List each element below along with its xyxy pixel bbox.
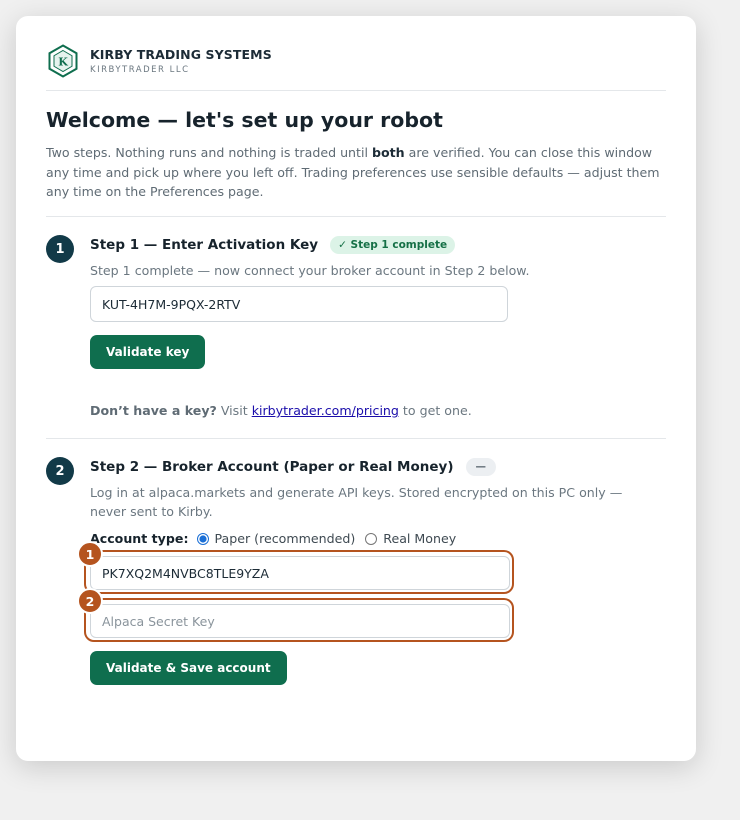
brand-text: KIRBY TRADING SYSTEMS KIRBYTRADER LLC (90, 47, 272, 75)
annotation-marker-1: 1 (77, 541, 103, 567)
no-key-text: to get one. (398, 403, 472, 418)
step1-status-badge: ✓ Step 1 complete (330, 236, 456, 254)
brand-header: K KIRBY TRADING SYSTEMS KIRBYTRADER LLC (46, 44, 272, 78)
step1-header: Step 1 — Enter Activation Key ✓ Step 1 c… (90, 236, 456, 254)
real-money-radio[interactable] (365, 532, 378, 545)
annotation-marker-2: 2 (77, 588, 103, 614)
real-money-option-label[interactable]: Real Money (383, 531, 456, 546)
kirby-logo-icon: K (48, 44, 78, 78)
brand-name: KIRBY TRADING SYSTEMS (90, 47, 272, 62)
account-type-label: Account type: (90, 531, 189, 546)
brand-subtitle: KIRBYTRADER LLC (90, 65, 190, 75)
intro-text: Two steps. Nothing runs and nothing is t… (46, 143, 671, 202)
step2-status-badge: — (465, 458, 496, 476)
paper-radio[interactable] (196, 532, 209, 545)
step2-header: Step 2 — Broker Account (Paper or Real M… (90, 458, 496, 476)
intro-text-part: Two steps. Nothing runs and nothing is t… (46, 145, 372, 160)
account-type-row: Account type: Paper (recommended) Real M… (90, 531, 464, 546)
section-divider (46, 216, 666, 217)
intro-bold: both (371, 145, 405, 160)
step2-title: Step 2 — Broker Account (Paper or Real M… (90, 459, 454, 475)
pricing-link[interactable]: kirbytrader.com/pricing (252, 403, 399, 418)
paper-option-label[interactable]: Paper (recommended) (215, 531, 356, 546)
alpaca-api-key-input[interactable] (90, 556, 510, 590)
validate-key-button[interactable]: Validate key (90, 335, 206, 369)
setup-card: K KIRBY TRADING SYSTEMS KIRBYTRADER LLC … (16, 16, 696, 761)
no-key-bold: Don’t have a key? (90, 403, 217, 418)
step1-description: Step 1 complete — now connect your broke… (90, 263, 530, 278)
page-title: Welcome — let's set up your robot (46, 108, 443, 132)
no-key-note: Don’t have a key? Visit kirbytrader.com/… (90, 403, 472, 418)
activation-key-input[interactable] (90, 286, 508, 322)
validate-save-account-button[interactable]: Validate & Save account (90, 651, 287, 685)
no-key-text: Visit (216, 403, 252, 418)
header-divider (46, 90, 666, 91)
section-divider (46, 438, 666, 439)
step2-number: 2 (46, 457, 74, 485)
step1-title: Step 1 — Enter Activation Key (90, 237, 319, 253)
step1-number: 1 (46, 235, 74, 263)
step2-description: Log in at alpaca.markets and generate AP… (90, 485, 623, 519)
alpaca-secret-key-input[interactable] (90, 604, 510, 638)
logo-letter: K (58, 56, 68, 69)
